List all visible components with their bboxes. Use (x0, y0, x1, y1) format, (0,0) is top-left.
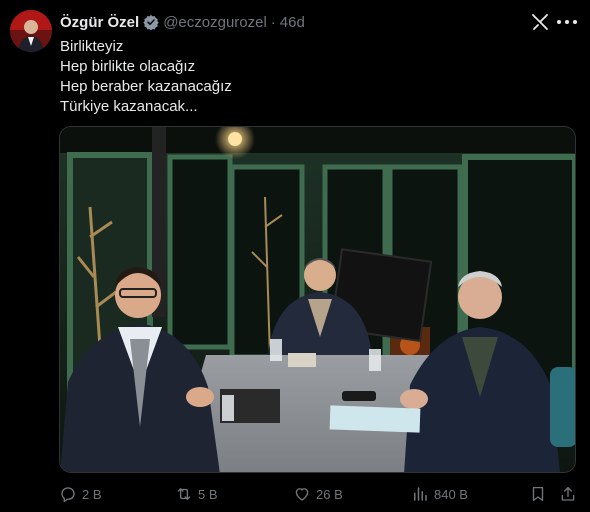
verified-badge-icon (143, 14, 159, 31)
tweet-timestamp[interactable]: 46d (280, 14, 305, 31)
views-chart-icon (414, 487, 427, 501)
repost-button[interactable]: 5 B (175, 483, 218, 505)
like-count: 26 B (316, 486, 343, 502)
like-button[interactable]: 26 B (293, 483, 343, 505)
tweet-line: Türkiye kazanacak... (60, 98, 198, 115)
reply-button[interactable]: 2 B (59, 483, 102, 505)
separator-dot: · (270, 13, 276, 31)
more-options-icon[interactable] (557, 13, 577, 31)
tweet-action-bar: 2 B 5 B 26 B 840 B (59, 483, 579, 505)
heart-icon (295, 488, 309, 501)
tweet-text: Birlikteyiz Hep birlikte olacağız Hep be… (60, 37, 560, 117)
reply-count: 2 B (82, 486, 102, 502)
author-handle[interactable]: @eczozgurozel (163, 14, 267, 31)
views-count: 840 B (434, 486, 468, 502)
views-button[interactable]: 840 B (411, 483, 468, 505)
tweet-photo[interactable] (59, 126, 576, 473)
bookmark-button[interactable] (529, 483, 547, 505)
repost-count: 5 B (198, 486, 218, 502)
tweet-line: Hep beraber kazanacağız (60, 78, 232, 95)
share-icon (561, 486, 575, 501)
repost-icon (177, 488, 191, 500)
share-button[interactable] (559, 483, 577, 505)
tweet-line: Birlikteyiz (60, 38, 124, 55)
bookmark-icon (532, 486, 544, 502)
tweet-header: Özgür Özel @eczozgurozel · 46d (60, 12, 305, 32)
grok-icon[interactable] (531, 13, 549, 31)
tweet-line: Hep birlikte olacağız (60, 58, 196, 75)
author-avatar[interactable] (10, 10, 52, 52)
author-name[interactable]: Özgür Özel (60, 14, 139, 31)
reply-icon (61, 487, 75, 503)
